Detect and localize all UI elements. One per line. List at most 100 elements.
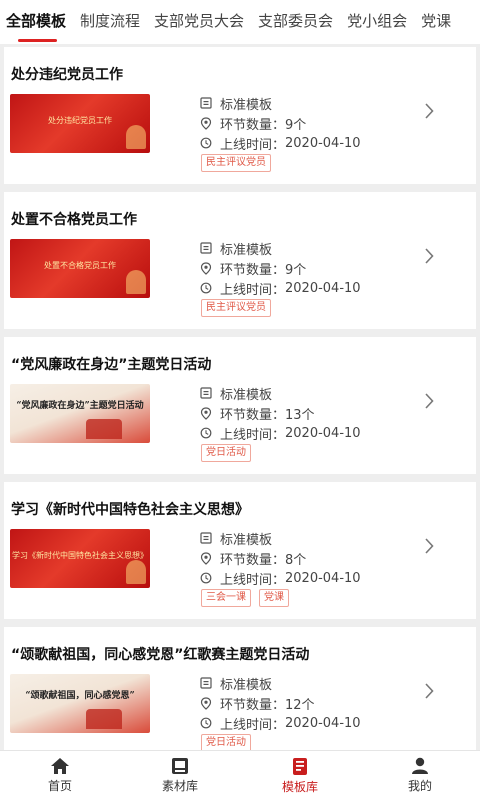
template-type-value: 标准模板 bbox=[220, 532, 273, 548]
card-tags: 民主评议党员 bbox=[201, 299, 271, 317]
card-title: “颂歌献祖国，同心感党恩”红歌赛主题党日活动 bbox=[11, 647, 310, 663]
thumbnail-caption: 处分违纪党员工作 bbox=[48, 116, 112, 125]
online-time-label: 上线时间： bbox=[220, 137, 286, 153]
template-card[interactable]: 学习《新时代中国特色社会主义思想》 学习《新时代中国特色社会主义思想》 标准模板 环节… bbox=[4, 482, 476, 619]
steps-icon bbox=[200, 114, 220, 132]
template-type-icon bbox=[200, 674, 220, 692]
steps-label: 环节数量： bbox=[220, 407, 286, 423]
nav-material-library[interactable]: 素材库 bbox=[120, 751, 240, 800]
steps-label: 环节数量： bbox=[220, 697, 286, 713]
nav-home-label: 首页 bbox=[47, 779, 72, 793]
card-thumbnail: 处置不合格党员工作 bbox=[10, 239, 150, 298]
tab-all-templates[interactable]: 全部模板 bbox=[0, 0, 73, 44]
steps-icon-graphic bbox=[200, 406, 212, 420]
thumbnail-decoration bbox=[126, 560, 146, 584]
template-icon bbox=[293, 757, 307, 775]
thumbnail-decoration bbox=[86, 709, 122, 729]
card-thumbnail: 学习《新时代中国特色社会主义思想》 bbox=[10, 529, 150, 588]
card-tags: 党日活动 bbox=[201, 734, 251, 750]
nav-home[interactable]: 首页 bbox=[0, 751, 120, 800]
online-time-icon-graphic bbox=[200, 427, 212, 439]
steps-label: 环节数量： bbox=[220, 262, 286, 278]
steps-icon bbox=[200, 404, 220, 422]
tag-badge: 三会一课 bbox=[201, 589, 251, 607]
steps-row: 环节数量： 9个 bbox=[200, 114, 307, 133]
template-type-icon bbox=[200, 529, 220, 547]
chevron-right-icon[interactable] bbox=[424, 393, 434, 413]
template-type-row: 标准模板 bbox=[200, 384, 272, 403]
chevron-right-icon[interactable] bbox=[424, 103, 434, 123]
template-card[interactable]: “颂歌献祖国，同心感党恩”红歌赛主题党日活动 “颂歌献祖国，同心感党恩” 标准模板环… bbox=[4, 627, 476, 750]
nav-template-label: 模板库 bbox=[281, 779, 318, 794]
card-tags: 民主评议党员 bbox=[201, 154, 271, 172]
steps-value: 9个 bbox=[285, 117, 307, 133]
online-time-row: 上线时间： 2020-04-10 bbox=[200, 424, 361, 443]
tag-badge: 党日活动 bbox=[201, 444, 251, 462]
online-time-value: 2020-04-10 bbox=[285, 715, 361, 731]
chevron-right-icon[interactable] bbox=[424, 538, 434, 558]
steps-icon bbox=[200, 259, 220, 277]
steps-icon bbox=[200, 694, 220, 712]
online-time-value: 2020-04-10 bbox=[285, 425, 361, 441]
thumbnail-caption: “颂歌献祖国，同心感党恩” bbox=[25, 691, 135, 701]
nav-template-library[interactable]: 模板库 bbox=[240, 751, 360, 800]
online-time-icon-graphic bbox=[200, 717, 212, 729]
steps-value: 9个 bbox=[285, 262, 307, 278]
steps-row: 环节数量： 9个 bbox=[200, 259, 307, 278]
template-type-row: 标准模板 bbox=[200, 94, 273, 113]
steps-icon-graphic bbox=[200, 261, 212, 275]
online-time-value: 2020-04-10 bbox=[285, 280, 361, 296]
chevron-right-graphic bbox=[425, 248, 434, 264]
card-title: 处置不合格党员工作 bbox=[11, 212, 137, 228]
template-card[interactable]: 处置不合格党员工作 处置不合格党员工作 标准模板 环节数量： 9个 上线时间： 2020-0… bbox=[4, 192, 476, 329]
steps-icon-graphic bbox=[200, 551, 212, 565]
thumbnail-decoration bbox=[86, 419, 122, 439]
bottom-navigation: 首页 素材库 模板库 我的 bbox=[0, 750, 480, 800]
online-time-row: 上线时间： 2020-04-10 bbox=[200, 279, 361, 298]
template-type-icon bbox=[200, 94, 220, 112]
template-type-value: 标准模板 bbox=[220, 242, 273, 258]
tab-party-lecture[interactable]: 党课 bbox=[414, 0, 458, 44]
chevron-right-icon[interactable] bbox=[424, 683, 434, 703]
online-time-value: 2020-04-10 bbox=[285, 570, 361, 586]
online-time-icon bbox=[200, 134, 220, 152]
online-time-row: 上线时间： 2020-04-10 bbox=[200, 134, 361, 153]
template-type-value: 标准模板 bbox=[220, 97, 273, 113]
template-card[interactable]: 处分违纪党员工作 处分违纪党员工作 标准模板 环节数量： 9个 上线时间： 2020-04-… bbox=[4, 47, 476, 184]
online-time-icon-graphic bbox=[200, 572, 212, 584]
tab-system-process[interactable]: 制度流程 bbox=[73, 0, 147, 44]
template-type-value: 标准模板 bbox=[220, 677, 273, 693]
tag-badge: 民主评议党员 bbox=[201, 154, 271, 172]
card-thumbnail: 处分违纪党员工作 bbox=[10, 94, 150, 153]
chevron-right-graphic bbox=[425, 393, 434, 409]
steps-row: 环节数量： 13个 bbox=[200, 404, 315, 423]
tab-party-group-meeting[interactable]: 党小组会 bbox=[340, 0, 414, 44]
online-time-icon-graphic bbox=[200, 282, 212, 294]
material-icon bbox=[172, 758, 188, 774]
chevron-right-graphic bbox=[425, 538, 434, 554]
nav-profile-label: 我的 bbox=[407, 779, 432, 793]
steps-value: 8个 bbox=[285, 552, 307, 568]
template-type-icon bbox=[200, 239, 220, 257]
template-card[interactable]: “党风廉政在身边”主题党日活动 “党风廉政在身边”主题党日活动 标准模板 环节数量： 1… bbox=[4, 337, 476, 474]
online-time-label: 上线时间： bbox=[220, 427, 286, 443]
nav-profile[interactable]: 我的 bbox=[360, 751, 480, 800]
template-type-icon-graphic bbox=[200, 387, 212, 399]
chevron-right-icon[interactable] bbox=[424, 248, 434, 268]
thumbnail-caption: “党风廉政在身边”主题党日活动 bbox=[16, 401, 144, 411]
online-time-row: 上线时间： 2020-04-10 bbox=[200, 714, 361, 733]
steps-icon-graphic bbox=[200, 696, 212, 710]
template-type-icon-graphic bbox=[200, 532, 212, 544]
tab-branch-general-meeting[interactable]: 支部党员大会 bbox=[147, 0, 251, 44]
steps-value: 13个 bbox=[285, 407, 315, 423]
card-thumbnail: “党风廉政在身边”主题党日活动 bbox=[10, 384, 150, 443]
online-time-icon bbox=[200, 714, 220, 732]
tag-badge: 民主评议党员 bbox=[201, 299, 271, 317]
online-time-icon bbox=[200, 569, 220, 587]
thumbnail-caption: 处置不合格党员工作 bbox=[44, 261, 116, 270]
tab-branch-committee[interactable]: 支部委员会 bbox=[251, 0, 340, 44]
steps-row: 环节数量： 12个 bbox=[200, 694, 315, 713]
chevron-right-graphic bbox=[425, 683, 434, 699]
steps-label: 环节数量： bbox=[220, 117, 286, 133]
steps-icon-graphic bbox=[200, 116, 212, 130]
